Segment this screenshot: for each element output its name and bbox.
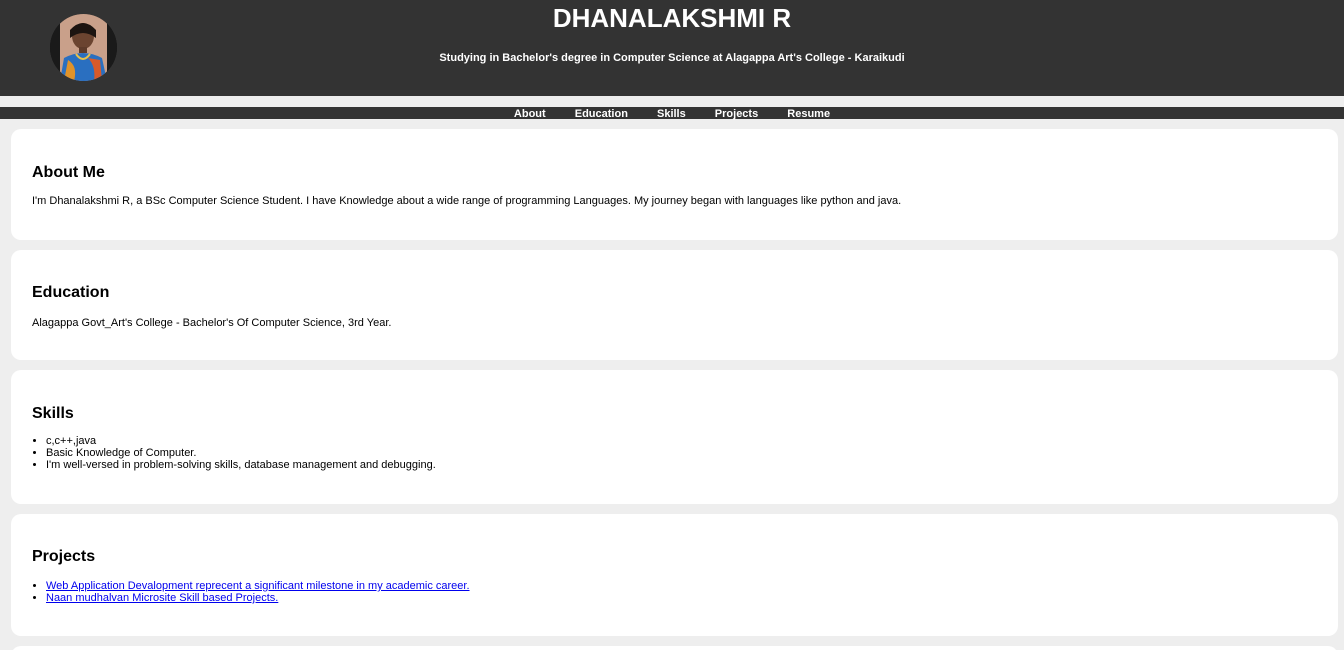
projects-section: Projects Web Application Devalopment rep… [11,514,1338,636]
projects-heading: Projects [32,548,96,565]
skills-list-item: c,c++,java [46,435,1317,447]
projects-list: Web Application Devalopment reprecent a … [32,580,1317,604]
nav-link-skills[interactable]: Skills [657,107,686,120]
education-text: Alagappa Govt_Art's College - Bachelor's… [32,317,392,329]
skills-list-item: I'm well-versed in problem-solving skill… [46,459,1317,471]
nav-link-about[interactable]: About [514,107,546,120]
education-section: Education Alagappa Govt_Art's College - … [11,250,1338,360]
project-link-web-app[interactable]: Web Application Devalopment reprecent a … [46,580,470,592]
about-section: About Me I'm Dhanalakshmi R, a BSc Compu… [11,129,1338,240]
skills-heading: Skills [32,405,74,422]
main-nav: About Education Skills Projects Resume [0,107,1344,120]
projects-list-item: Naan mudhalvan Microsite Skill based Pro… [46,592,1317,604]
nav-link-education[interactable]: Education [575,107,628,120]
skills-section: Skills c,c++,java Basic Knowledge of Com… [11,370,1338,504]
about-text: I'm Dhanalakshmi R, a BSc Computer Scien… [32,195,902,207]
nav-link-projects[interactable]: Projects [715,107,758,120]
project-link-naan-mudhalvan[interactable]: Naan mudhalvan Microsite Skill based Pro… [46,592,278,604]
main-content: About Me I'm Dhanalakshmi R, a BSc Compu… [0,119,1344,650]
projects-list-item: Web Application Devalopment reprecent a … [46,580,1317,592]
avatar [50,14,117,81]
skills-list: c,c++,java Basic Knowledge of Computer. … [32,435,1317,471]
header-gap [0,96,1344,107]
about-heading: About Me [32,164,105,181]
nav-link-resume[interactable]: Resume [787,107,830,120]
education-heading: Education [32,284,110,301]
site-header: DHANALAKSHMI R Studying in Bachelor's de… [0,0,1344,96]
header-subtitle: Studying in Bachelor's degree in Compute… [439,52,905,64]
next-section [11,646,1338,650]
page-title: DHANALAKSHMI R [552,3,792,33]
skills-list-item: Basic Knowledge of Computer. [46,447,1317,459]
